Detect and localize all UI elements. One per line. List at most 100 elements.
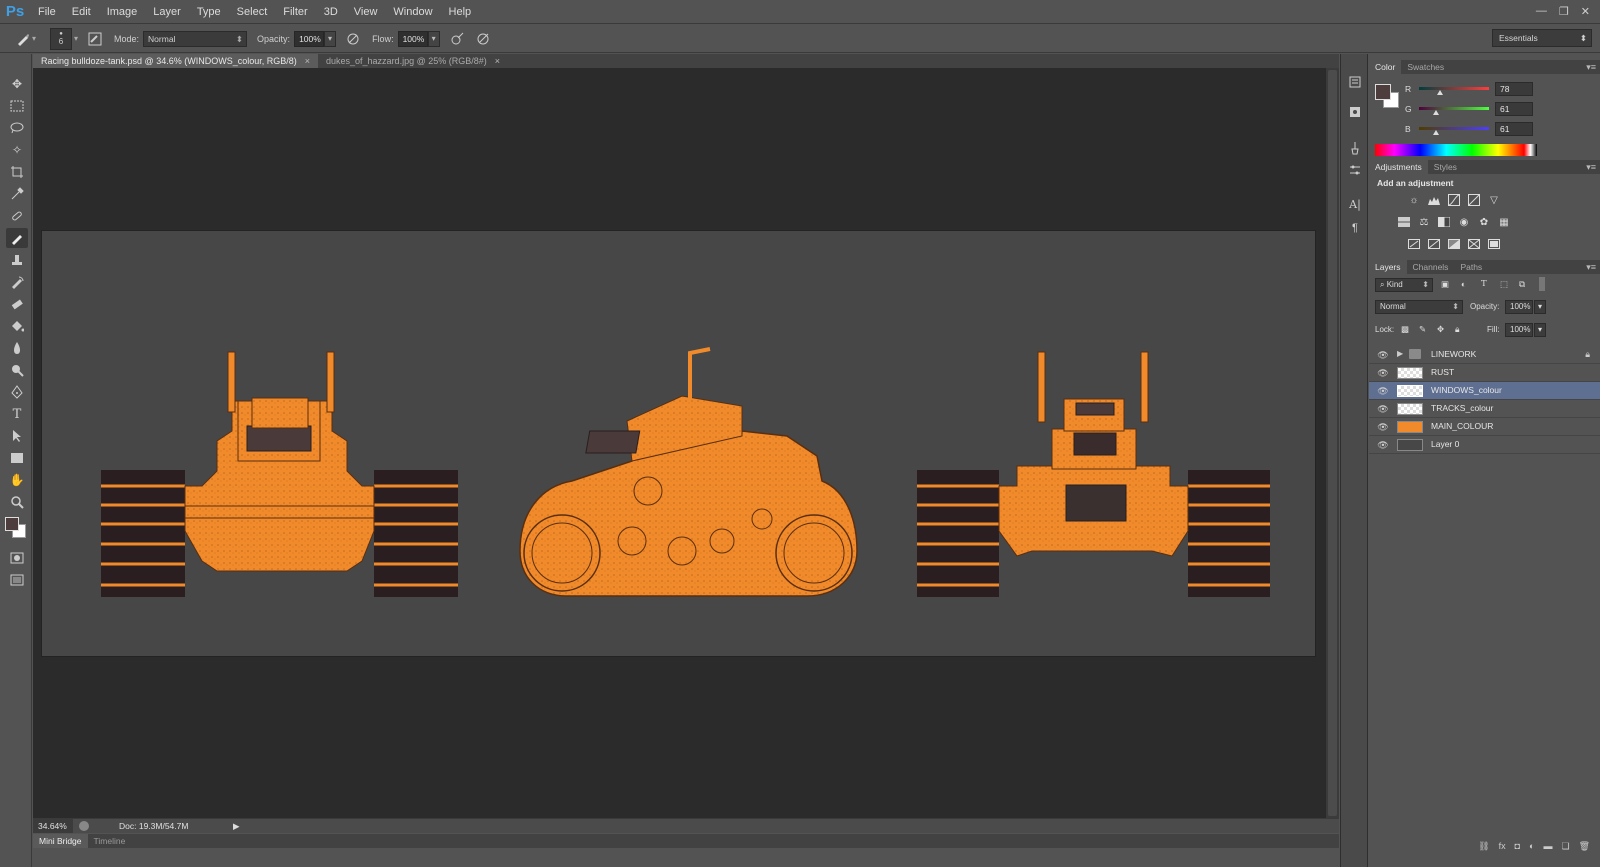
invert-icon[interactable]	[1407, 237, 1421, 251]
tab-channels[interactable]: Channels	[1407, 260, 1455, 274]
posterize-icon[interactable]	[1427, 237, 1441, 251]
opacity-input[interactable]: 100%	[294, 30, 325, 47]
properties-panel-icon[interactable]	[1345, 160, 1365, 180]
panel-menu-icon[interactable]: ▾≡	[1586, 160, 1596, 174]
tab-paths[interactable]: Paths	[1454, 260, 1488, 274]
layer-filter-kind-select[interactable]: ⌕ Kind ⬍	[1375, 278, 1433, 292]
filter-smart-object-icon[interactable]: ⧉	[1519, 279, 1525, 290]
layer-row-main-colour[interactable]: 👁︎ MAIN_COLOUR	[1369, 418, 1600, 436]
mode-select[interactable]: Normal ⬍	[143, 30, 248, 47]
tab-mini-bridge[interactable]: Mini Bridge	[33, 834, 88, 848]
delete-layer-icon[interactable]: 🗑︎	[1579, 841, 1590, 852]
rectangle-tool-icon[interactable]	[6, 448, 28, 468]
menu-filter[interactable]: Filter	[275, 0, 315, 24]
lock-image-icon[interactable]: ✎	[1419, 324, 1426, 335]
hue-saturation-icon[interactable]	[1397, 215, 1411, 229]
filter-shape-icon[interactable]: ⬚	[1500, 279, 1508, 290]
threshold-icon[interactable]	[1447, 237, 1461, 251]
quick-mask-icon[interactable]	[6, 548, 28, 568]
eyedropper-tool-icon[interactable]	[6, 184, 28, 204]
menu-select[interactable]: Select	[229, 0, 276, 24]
layer-opacity-dropdown[interactable]: ▾	[1534, 300, 1546, 314]
color-balance-icon[interactable]: ⚖	[1417, 215, 1431, 229]
menu-file[interactable]: File	[30, 0, 64, 24]
vibrance-icon[interactable]: ▽	[1487, 193, 1501, 207]
curves-icon[interactable]	[1447, 193, 1461, 207]
path-selection-tool-icon[interactable]	[6, 426, 28, 446]
tab-racing-bulldoze-tank[interactable]: Racing bulldoze-tank.psd @ 34.6% (WINDOW…	[33, 54, 319, 68]
visibility-eye-icon[interactable]: 👁︎	[1377, 439, 1389, 451]
red-slider[interactable]: R 78	[1405, 82, 1595, 96]
history-brush-tool-icon[interactable]	[6, 272, 28, 292]
status-menu-arrow-icon[interactable]: ▶	[233, 821, 240, 832]
blue-track[interactable]	[1419, 127, 1489, 130]
tool-presets-icon[interactable]	[1345, 138, 1365, 158]
layer-row-windows-colour[interactable]: 👁︎ WINDOWS_colour	[1369, 382, 1600, 400]
zoom-level[interactable]: 34.64%	[33, 819, 73, 833]
actions-panel-icon[interactable]	[1345, 102, 1365, 122]
layer-row-linework[interactable]: 👁︎ ▶ LINEWORK 🔒︎	[1369, 346, 1600, 364]
pressure-size-icon[interactable]	[474, 30, 492, 48]
document-canvas[interactable]	[42, 231, 1315, 656]
menu-edit[interactable]: Edit	[64, 0, 99, 24]
menu-window[interactable]: Window	[385, 0, 440, 24]
paragraph-panel-icon[interactable]: ¶	[1345, 218, 1365, 238]
minimize-button[interactable]: —	[1536, 5, 1547, 17]
scrollbar-thumb[interactable]	[1328, 70, 1337, 816]
red-track[interactable]	[1419, 87, 1489, 90]
brush-size-picker[interactable]: ● 6	[50, 27, 73, 50]
link-layers-icon[interactable]: ⛓︎	[1478, 841, 1489, 852]
magic-wand-tool-icon[interactable]: ✧	[6, 140, 28, 160]
layer-style-fx-icon[interactable]: fx	[1499, 841, 1506, 851]
layer-opacity-input[interactable]: 100%	[1505, 300, 1533, 314]
black-white-icon[interactable]	[1437, 215, 1451, 229]
green-slider[interactable]: G 61	[1405, 102, 1595, 116]
opacity-dropdown[interactable]: ▾	[324, 30, 337, 47]
selective-color-icon[interactable]	[1467, 237, 1481, 251]
visibility-eye-icon[interactable]: 👁︎	[1377, 385, 1389, 397]
channel-mixer-icon[interactable]: ✿	[1477, 215, 1491, 229]
filter-toggle-switch[interactable]	[1539, 277, 1545, 291]
visibility-eye-icon[interactable]: 👁︎	[1377, 367, 1389, 379]
lock-all-icon[interactable]: 🔒︎	[1455, 324, 1460, 335]
red-slider-knob[interactable]	[1437, 90, 1444, 95]
menu-image[interactable]: Image	[99, 0, 146, 24]
history-panel-icon[interactable]	[1345, 72, 1365, 92]
fill-dropdown[interactable]: ▾	[1534, 323, 1546, 337]
blend-mode-select[interactable]: Normal ⬍	[1375, 300, 1463, 314]
gradient-map-icon[interactable]	[1487, 237, 1501, 251]
marquee-tool-icon[interactable]	[6, 96, 28, 116]
visibility-eye-icon[interactable]: 👁︎	[1377, 421, 1389, 433]
menu-view[interactable]: View	[346, 0, 386, 24]
expand-group-icon[interactable]: ▶	[1397, 349, 1403, 358]
lasso-tool-icon[interactable]	[6, 118, 28, 138]
hand-tool-icon[interactable]: ✋	[6, 470, 28, 490]
crop-tool-icon[interactable]	[6, 162, 28, 182]
new-adjustment-layer-icon[interactable]: ◐	[1529, 841, 1534, 851]
tab-styles[interactable]: Styles	[1428, 160, 1463, 174]
character-panel-icon[interactable]: A|	[1345, 194, 1365, 214]
panel-menu-icon[interactable]: ▾≡	[1586, 60, 1596, 74]
workspace-switcher[interactable]: Essentials ⬍	[1492, 29, 1592, 47]
blur-tool-icon[interactable]	[6, 338, 28, 358]
new-group-icon[interactable]: ▬	[1543, 841, 1552, 851]
screen-mode-icon[interactable]	[6, 570, 28, 590]
brightness-contrast-icon[interactable]: ☼	[1407, 193, 1421, 207]
brush-size-caret-icon[interactable]: ▾	[74, 34, 78, 43]
tab-timeline[interactable]: Timeline	[88, 834, 132, 848]
close-button[interactable]: ✕	[1581, 5, 1590, 18]
tab-color[interactable]: Color	[1369, 60, 1402, 74]
layer-row-tracks-colour[interactable]: 👁︎ TRACKS_colour	[1369, 400, 1600, 418]
add-mask-icon[interactable]: ◘	[1515, 841, 1520, 851]
restore-button[interactable]: ❐	[1559, 5, 1569, 18]
blue-value-input[interactable]: 61	[1495, 122, 1533, 136]
tab-dukes-of-hazzard[interactable]: dukes_of_hazzard.jpg @ 25% (RGB/8#) ×	[318, 54, 508, 68]
flow-dropdown[interactable]: ▾	[427, 30, 440, 47]
layer-row-layer-0[interactable]: 👁︎ Layer 0	[1369, 436, 1600, 454]
preset-caret-icon[interactable]: ▾	[32, 34, 36, 43]
menu-layer[interactable]: Layer	[145, 0, 189, 24]
tab-adjustments[interactable]: Adjustments	[1369, 160, 1428, 174]
healing-brush-tool-icon[interactable]	[6, 206, 28, 226]
lock-transparent-icon[interactable]: ▩	[1401, 324, 1409, 335]
doc-status-icon[interactable]	[79, 821, 89, 831]
